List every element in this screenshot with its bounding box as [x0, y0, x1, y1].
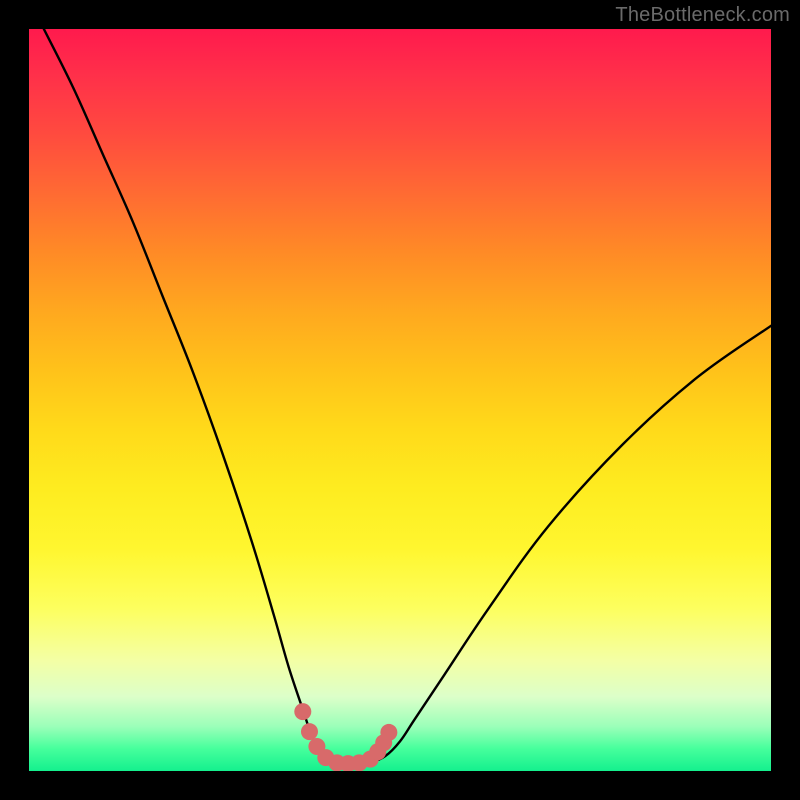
highlight-dot [380, 724, 397, 741]
chart-frame: TheBottleneck.com [0, 0, 800, 800]
bottleneck-highlight [294, 703, 397, 771]
highlight-dot [294, 703, 311, 720]
highlight-dot [301, 723, 318, 740]
watermark-text: TheBottleneck.com [615, 4, 790, 27]
bottleneck-curve [44, 29, 771, 764]
plot-area [29, 29, 771, 771]
curve-layer [29, 29, 771, 771]
